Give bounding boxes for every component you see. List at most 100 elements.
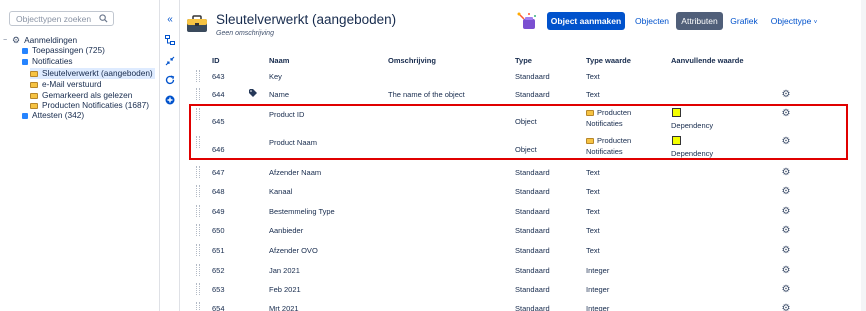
cell-type: Standaard (515, 266, 550, 275)
objecttype-header: Sleutelverwerkt (aangeboden) Geen omschr… (181, 0, 866, 45)
cell-type-value: Integer (586, 304, 610, 311)
cell-type-value: Text (586, 226, 600, 235)
hierarchy-icon[interactable] (164, 35, 176, 47)
chevron-down-icon: ˅ (813, 20, 818, 26)
blue-square-icon (22, 58, 28, 65)
drag-handle-icon[interactable] (196, 224, 200, 236)
cell-name: Feb 2021 (269, 285, 301, 294)
tab-objects[interactable]: Objecten (633, 12, 671, 30)
briefcase-icon (30, 102, 38, 109)
page-description: Geen omschrijving (216, 30, 274, 37)
objecttype-search-input[interactable]: Objecttypen zoeken (9, 11, 114, 26)
drag-handle-icon[interactable] (196, 88, 200, 100)
cell-type-value: Text (586, 72, 600, 81)
table-row[interactable]: 648 Kanaal Standaard Text ⚙ (181, 185, 861, 201)
cell-name: Kanaal (269, 187, 293, 196)
tree-item[interactable]: Notificaties (22, 56, 73, 67)
table-row[interactable]: 649 Bestemmeling Type Standaard Text ⚙ (181, 205, 861, 221)
label-tag-icon (249, 89, 257, 97)
table-row[interactable]: 647 Afzender Naam Standaard Text ⚙ (181, 166, 861, 182)
drag-handle-icon[interactable] (196, 302, 200, 311)
cell-name: Jan 2021 (269, 266, 300, 275)
table-row[interactable]: 654 Mrt 2021 Standaard Integer ⚙ (181, 302, 861, 311)
gear-icon[interactable]: ⚙ (781, 207, 791, 217)
tree-item[interactable]: Toepassingen (725) (22, 45, 105, 56)
table-row[interactable]: 653 Feb 2021 Standaard Integer ⚙ (181, 283, 861, 299)
gear-icon[interactable]: ⚙ (781, 304, 791, 311)
cell-type-value: Text (586, 187, 600, 196)
cell-id: 654 (212, 304, 225, 311)
collapse-toggle-icon[interactable]: − (3, 35, 10, 46)
column-header-name: Naam (269, 56, 290, 65)
column-header-description: Omschrijving (388, 56, 436, 65)
tree-item[interactable]: e-Mail verstuurd (30, 79, 101, 90)
cell-type: Standaard (515, 226, 550, 235)
tree-item[interactable]: Sleutelverwerkt (aangeboden) (30, 68, 155, 79)
cell-type-value: Text (586, 207, 600, 216)
table-row[interactable]: 650 Aanbieder Standaard Text ⚙ (181, 224, 861, 240)
objecttype-tree-panel: Objecttypen zoeken − ⚙ Aanmeldingen Toepass… (0, 0, 159, 311)
drag-handle-icon[interactable] (196, 185, 200, 197)
tree-toolbar: « (159, 0, 180, 311)
gear-icon[interactable]: ⚙ (781, 266, 791, 276)
drag-handle-icon[interactable] (196, 166, 200, 178)
gear-icon[interactable]: ⚙ (781, 90, 791, 100)
column-header-type-value: Type waarde (586, 56, 631, 65)
table-row[interactable]: 652 Jan 2021 Standaard Integer ⚙ (181, 264, 861, 280)
cell-type: Standaard (515, 285, 550, 294)
tab-attributes[interactable]: Attributen (676, 12, 723, 30)
cell-type: Standaard (515, 72, 550, 81)
cell-type: Standaard (515, 304, 550, 311)
add-circle-icon[interactable] (164, 95, 176, 107)
compress-icon[interactable] (164, 56, 176, 68)
drag-handle-icon[interactable] (196, 264, 200, 276)
column-header-type: Type (515, 56, 532, 65)
collapse-left-icon[interactable]: « (164, 14, 176, 26)
cell-name: Aanbieder (269, 226, 304, 235)
cell-id: 644 (212, 90, 225, 99)
column-header-id: ID (212, 56, 220, 65)
briefcase-icon (30, 70, 38, 77)
tab-graph[interactable]: Grafiek (727, 12, 761, 30)
cell-type: Standaard (515, 168, 550, 177)
cell-type-value: Text (586, 168, 600, 177)
gear-icon: ⚙ (12, 35, 21, 45)
refresh-icon[interactable] (164, 75, 176, 87)
gear-icon[interactable]: ⚙ (781, 285, 791, 295)
tree-item-label: Sleutelverwerkt (aangeboden) (42, 68, 153, 78)
cell-type-value: Text (586, 90, 600, 99)
cell-id: 652 (212, 266, 225, 275)
wizard-icon[interactable] (516, 11, 538, 31)
cell-id: 651 (212, 246, 225, 255)
gear-icon[interactable]: ⚙ (781, 187, 791, 197)
briefcase-icon (30, 81, 38, 88)
cell-id: 643 (212, 72, 225, 81)
cell-type: Standaard (515, 207, 550, 216)
cell-name: Name (269, 90, 290, 99)
cell-type: Standaard (515, 246, 550, 255)
create-object-button[interactable]: Object aanmaken (547, 12, 625, 30)
gear-icon[interactable]: ⚙ (781, 168, 791, 178)
vertical-scrollbar[interactable] (861, 0, 866, 311)
cell-name: Afzender Naam (269, 168, 322, 177)
cell-name: Bestemmeling Type (269, 207, 335, 216)
tree-item[interactable]: Attesten (342) (22, 110, 84, 121)
blue-square-icon (22, 47, 28, 54)
table-row[interactable]: 643 Key Standaard Text (181, 70, 861, 86)
tree-item-label: Notificaties (32, 56, 73, 66)
drag-handle-icon[interactable] (196, 205, 200, 217)
gear-icon[interactable]: ⚙ (781, 246, 791, 256)
cell-name: Mrt 2021 (269, 304, 299, 311)
cell-type: Standaard (515, 187, 550, 196)
cell-type-value: Integer (586, 266, 610, 275)
objecttype-dropdown[interactable]: Objecttype ˅ (769, 12, 819, 30)
drag-handle-icon[interactable] (196, 244, 200, 256)
search-placeholder: Objecttypen zoeken (16, 14, 92, 24)
column-header-extra-value: Aanvullende waarde (671, 56, 744, 65)
drag-handle-icon[interactable] (196, 70, 200, 82)
table-row[interactable]: 651 Afzender OVO Standaard Text ⚙ (181, 244, 861, 260)
tree-item-label: Attesten (342) (32, 110, 85, 120)
gear-icon[interactable]: ⚙ (781, 226, 791, 236)
drag-handle-icon[interactable] (196, 283, 200, 295)
cell-id: 650 (212, 226, 225, 235)
